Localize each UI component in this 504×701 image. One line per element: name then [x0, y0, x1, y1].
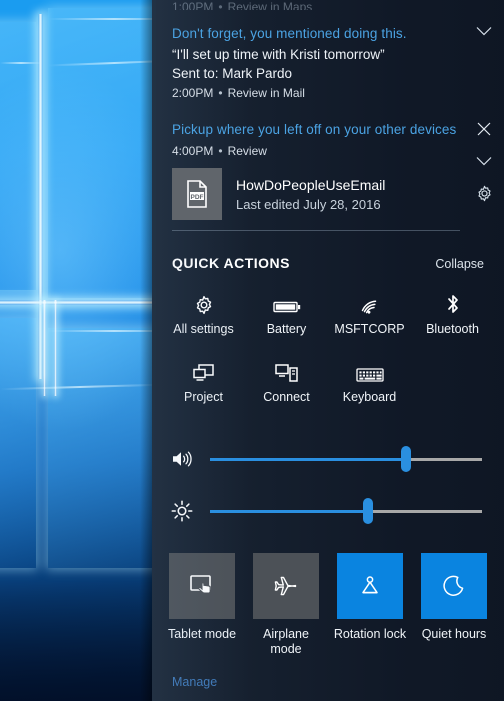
quick-action-label: Bluetooth: [426, 322, 479, 336]
quick-action-label: Connect: [263, 390, 310, 404]
attachment-subtitle: Last edited July 28, 2016: [236, 196, 381, 212]
volume-slider-track[interactable]: [210, 446, 482, 472]
attachment-text: HowDoPeopleUseEmail Last edited July 28,…: [236, 175, 385, 214]
quick-actions-title: QUICK ACTIONS: [172, 255, 290, 271]
battery-icon: [272, 293, 301, 315]
screen: 1:00PM • Review in Maps Don't forget, you …: [0, 0, 504, 701]
notification-time: 4:00PM: [172, 144, 214, 158]
action-center-panel: 1:00PM • Review in Maps Don't forget, you …: [152, 0, 504, 701]
panel-footer: Manage: [152, 673, 504, 701]
clipped-separator: •: [218, 0, 223, 10]
quick-actions-grid: All settings Battery MSFTCORP Bluetooth …: [152, 281, 504, 411]
attachment-name: HowDoPeopleUseEmail: [236, 176, 386, 193]
notification-attachment[interactable]: PDF HowDoPeopleUseEmail Last edited July…: [172, 168, 460, 220]
desktop-wallpaper: [0, 0, 156, 701]
meta-separator: •: [218, 144, 223, 158]
notification-action[interactable]: Review in Mail: [228, 86, 305, 100]
quick-action-label: Project: [184, 390, 223, 404]
quick-action-connect[interactable]: Connect: [245, 355, 328, 411]
svg-text:PDF: PDF: [191, 194, 204, 201]
notification-meta: 4:00PM • Review: [172, 142, 460, 160]
quick-action-label: Keyboard: [342, 390, 397, 404]
sliders-section: [152, 411, 504, 545]
brightness-slider-track[interactable]: [210, 498, 482, 524]
tile-tablet-mode[interactable]: [169, 553, 235, 619]
notification-controls: [470, 18, 498, 44]
volume-slider-row: [170, 433, 482, 485]
tile-cell-rotation-lock: Rotation lock: [330, 553, 410, 657]
notification-quote: “I'll set up time with Kristi tomorrow”: [172, 47, 385, 62]
notification-clipped[interactable]: 1:00PM • Review in Maps: [152, 0, 504, 10]
notification-recipient: Sent to: Mark Pardo: [172, 66, 293, 81]
bluetooth-icon: [445, 293, 461, 315]
brightness-slider-fill: [210, 509, 368, 513]
tile-cell-quiet-hours: Quiet hours: [414, 553, 494, 657]
close-icon[interactable]: [470, 116, 498, 142]
volume-slider-thumb[interactable]: [400, 446, 411, 472]
volume-icon: [170, 449, 194, 469]
notification-title: Don't forget, you mentioned doing this.: [172, 26, 407, 41]
tile-cell-tablet-mode: Tablet mode: [162, 553, 242, 657]
notification-title: Pickup where you left off on your other …: [172, 122, 457, 137]
project-screen-icon: [192, 361, 216, 383]
tile-label: Quiet hours: [421, 627, 487, 641]
quick-action-all-settings[interactable]: All settings: [162, 287, 245, 343]
quick-actions-header: QUICK ACTIONS Collapse: [152, 241, 504, 281]
quick-action-wifi[interactable]: MSFTCORP: [328, 287, 411, 343]
quick-action-empty-slot: [411, 355, 494, 411]
quick-action-label: All settings: [173, 322, 234, 336]
quick-action-keyboard[interactable]: Keyboard: [328, 355, 411, 411]
tile-label: Rotation lock: [333, 627, 407, 641]
tile-cell-airplane-mode: Airplane mode: [246, 553, 326, 657]
meta-separator: •: [218, 86, 223, 100]
toggle-tiles: Tablet mode Airplane mode Rotation lock …: [152, 545, 504, 657]
collapse-button[interactable]: Collapse: [435, 257, 484, 271]
quick-action-bluetooth[interactable]: Bluetooth: [411, 287, 494, 343]
notification-meta: 2:00PM • Review in Mail: [172, 84, 460, 102]
chevron-down-icon[interactable]: [470, 148, 498, 174]
tile-airplane-mode[interactable]: [253, 553, 319, 619]
section-divider: [172, 230, 460, 231]
quick-action-battery[interactable]: Battery: [245, 287, 328, 343]
manage-link[interactable]: Manage: [172, 675, 217, 689]
gear-icon: [194, 293, 214, 315]
volume-slider-fill: [210, 457, 406, 461]
clipped-time: 1:00PM: [172, 0, 214, 10]
airplane-icon: [274, 576, 297, 596]
chevron-down-icon[interactable]: [470, 18, 498, 44]
tile-label: Tablet mode: [167, 627, 237, 641]
gear-icon[interactable]: [470, 180, 498, 206]
notification-action[interactable]: Review: [228, 144, 267, 158]
connect-devices-icon: [274, 361, 299, 383]
notification-controls: [470, 116, 498, 206]
tile-rotation-lock[interactable]: [337, 553, 403, 619]
clipped-action: Review in Maps: [227, 0, 313, 10]
rotation-lock-icon: [362, 576, 378, 594]
brightness-icon: [170, 500, 194, 522]
brightness-slider-row: [170, 485, 482, 537]
pdf-file-icon: PDF: [172, 168, 222, 220]
wifi-icon: [359, 293, 381, 315]
notification-pickup-devices[interactable]: Pickup where you left off on your other …: [152, 112, 504, 241]
keyboard-icon: [355, 361, 384, 383]
quick-action-project[interactable]: Project: [162, 355, 245, 411]
notification-cortana-reminder[interactable]: Don't forget, you mentioned doing this. …: [152, 10, 504, 112]
tile-quiet-hours[interactable]: [421, 553, 487, 619]
tablet-mode-icon: [190, 575, 211, 594]
moon-icon: [443, 575, 464, 596]
notification-time: 2:00PM: [172, 86, 214, 100]
brightness-slider-thumb[interactable]: [362, 498, 373, 524]
tile-label: Airplane mode: [263, 627, 309, 656]
quick-action-label: Battery: [266, 322, 307, 336]
quick-action-label: MSFTCORP: [334, 322, 405, 336]
